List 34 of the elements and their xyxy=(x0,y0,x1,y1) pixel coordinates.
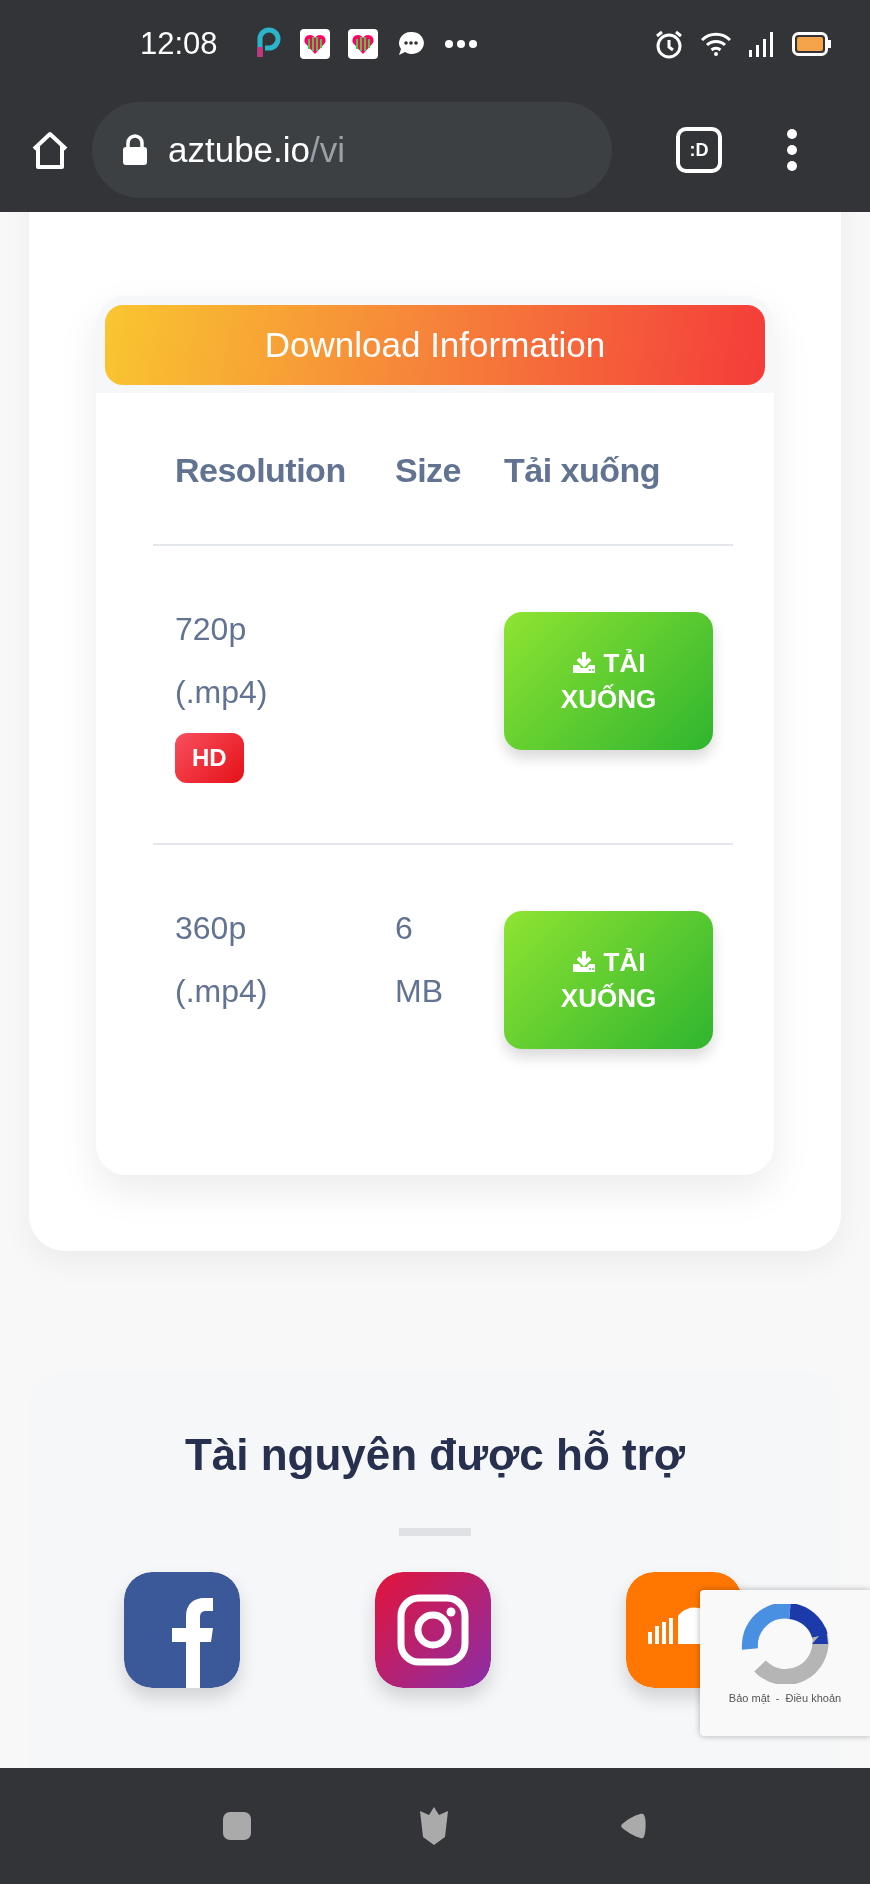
separator-text: - xyxy=(775,1691,780,1706)
resolution-text: 360p (.mp4) xyxy=(175,909,269,1011)
wifi-icon xyxy=(700,31,732,57)
recents-icon[interactable] xyxy=(223,1812,252,1840)
lock-icon xyxy=(122,134,148,166)
quality-badge: HD xyxy=(175,733,244,783)
section-title: Tài nguyên được hỗ trợ xyxy=(184,1429,686,1481)
home-button-icon[interactable] xyxy=(418,1807,450,1845)
instagram-icon[interactable] xyxy=(375,1571,491,1688)
url-path: /vi xyxy=(310,129,346,169)
card-header: Download Information xyxy=(105,305,765,385)
facebook-icon[interactable] xyxy=(124,1571,240,1688)
alarm-icon xyxy=(654,29,684,59)
home-icon[interactable] xyxy=(30,130,70,170)
terms-link[interactable]: Điều khoản xyxy=(785,1690,842,1707)
column-header: Tải xuống xyxy=(482,435,733,545)
privacy-link[interactable]: Bảo mật xyxy=(728,1690,770,1707)
download-icon xyxy=(571,650,596,674)
size-text: 6 MB xyxy=(395,909,444,1011)
resolution-text: 720p (.mp4) xyxy=(175,610,269,712)
heart-app-icon xyxy=(347,29,378,59)
clock-time: 12:08 xyxy=(140,24,218,63)
column-header: Size xyxy=(373,435,482,545)
download-icon xyxy=(571,949,596,973)
signal-icon xyxy=(748,31,776,57)
more-notifications-icon xyxy=(443,39,478,49)
menu-icon[interactable] xyxy=(786,128,798,172)
recaptcha-icon xyxy=(740,1604,830,1684)
address-bar[interactable]: aztube.io/vi xyxy=(92,102,612,198)
heart-app-icon xyxy=(299,29,330,59)
column-header: Resolution xyxy=(153,435,373,545)
url-host: aztube.io xyxy=(168,129,311,169)
battery-icon xyxy=(792,32,832,56)
tab-switcher-button[interactable]: :D xyxy=(676,127,722,173)
